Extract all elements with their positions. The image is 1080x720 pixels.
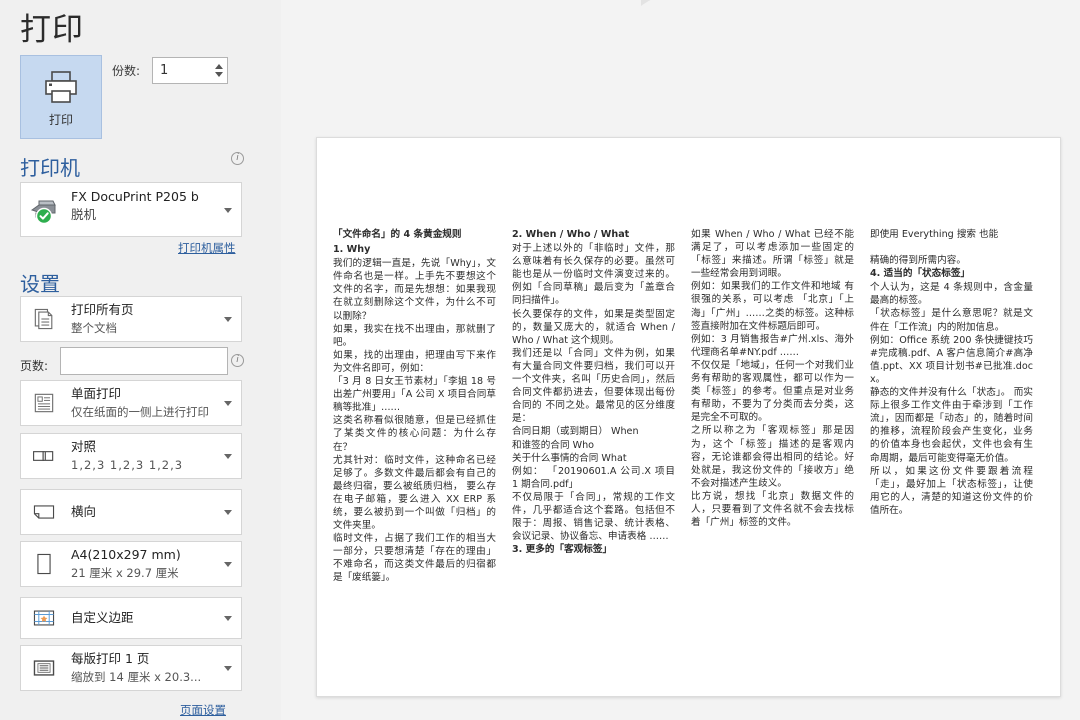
printer-status-icon [29, 195, 59, 225]
pages-input[interactable] [60, 347, 228, 375]
paragraph: 如果 When / Who / What 已经不能满足了，可以考虑添加一些固定的… [691, 229, 854, 280]
paragraph: 我们还是以「合同」文件为例，如果有大量合同文件要归档，我们可以开一个文件夹，名叫… [512, 347, 675, 425]
setting-sub: 整个文档 [71, 321, 117, 335]
setting-title: 每版打印 1 页 [71, 651, 150, 666]
paragraph: 和谁签的合同 Who [512, 439, 595, 451]
print-preview-area: 「文件命名」的 4 条黄金规则 1. Why 我们的逻辑一直是，先说「Why」，文件… [281, 0, 1080, 720]
paragraph: 例如：Office 系统 200 条快捷键技巧#完成稿.pdf、A 客户信息简介… [870, 334, 1033, 385]
paragraph: 静态的文件并没有什么「状态」。 而实际上很多工作文件由于牵涉到「工作流」，因而都… [870, 387, 1033, 464]
settings-section-heading: 设置 [20, 272, 60, 296]
custom-margins-icon [29, 603, 59, 633]
print-button[interactable]: 打印 [20, 55, 102, 139]
paragraph: 不仅仅是「地域」，任何一个对我们业务有帮助的客观属性，都可以作为一类「标签」的参… [691, 359, 854, 424]
document-columns: 「文件命名」的 4 条黄金规则 1. Why 我们的逻辑一直是，先说「Why」，文件… [333, 228, 1052, 585]
paragraph: 这类名称看似很随意，但是已经抓住了某类文件的核心问题：为什么存在？ [333, 415, 496, 453]
chevron-down-icon[interactable] [224, 666, 232, 671]
copies-increment-icon[interactable] [215, 64, 223, 69]
paragraph: 长久要保存的文件，如果是类型固定的，数量又庞大的，就适合 When / Who … [512, 308, 675, 346]
section-heading: 3. 更多的「客观标签」 [512, 544, 613, 556]
document-column: 即使用 Everything 搜索 也能 精确的得到所需内容。 4. 适当的「状态标… [870, 228, 1033, 585]
paragraph: 比方说，想找「北京」数据文件的人，只要看到了文件名就不会去找标着「广州」标签的文… [691, 490, 854, 529]
chevron-down-icon[interactable] [224, 207, 232, 213]
setting-paper-size[interactable]: A4(210x297 mm) 21 厘米 x 29.7 厘米 [20, 541, 242, 587]
setting-collate[interactable]: 对照 1,2,3 1,2,3 1,2,3 [20, 433, 242, 479]
setting-sub: 缩放到 14 厘米 x 20.3... [71, 670, 202, 684]
document-pages-icon [29, 304, 59, 334]
setting-sub: 21 厘米 x 29.7 厘米 [71, 566, 179, 580]
printer-status: 脱机 [71, 207, 97, 222]
printer-select[interactable]: FX DocuPrint P205 b 脱机 [20, 182, 242, 237]
setting-pages-per-sheet[interactable]: 每版打印 1 页 缩放到 14 厘米 x 20.3... [20, 645, 242, 691]
printer-name: FX DocuPrint P205 b [71, 189, 199, 204]
printer-icon [41, 67, 81, 107]
page-setup-link[interactable]: 页面设置 [180, 702, 226, 718]
paragraph: 临时文件，占据了我们工作的相当大一部分，只要想清楚「存在的理由」不难命名，而这类… [333, 533, 496, 584]
paragraph: 例如： 「20190601.A 公司.X 项目 1 期合同.pdf」 [512, 465, 675, 490]
setting-title: 横向 [71, 504, 97, 519]
paragraph: 「状态标签」是什么意思呢？就是文件在「工作流」内的附加信息。 [870, 308, 1033, 333]
document-page[interactable]: 「文件命名」的 4 条黄金规则 1. Why 我们的逻辑一直是，先说「Why」，文件… [316, 137, 1061, 697]
setting-title: 单面打印 [71, 386, 122, 401]
document-column: 2. When / Who / What 对于上述以外的「非临时」文件，那么意味着… [512, 228, 675, 585]
section-heading: 4. 适当的「状态标签」 [870, 268, 971, 280]
pages-info-icon[interactable]: i [231, 354, 244, 367]
paragraph: 例如：如果我们的工作文件和地域 有很强的关系，可以考虑 「北京」「上海」「广州」… [691, 281, 854, 332]
pages-per-sheet-icon [29, 653, 59, 683]
one-sided-icon [29, 388, 59, 418]
watermark-decoration [641, 0, 1021, 30]
print-backstage-screen: 打印 打印 份数: 打印机 i [0, 0, 1080, 720]
chevron-down-icon[interactable] [224, 510, 232, 515]
landscape-icon [29, 497, 59, 527]
setting-title: 打印所有页 [71, 302, 134, 317]
setting-print-range[interactable]: 打印所有页 整个文档 [20, 296, 242, 342]
setting-sub: 仅在纸面的一侧上进行打印 [71, 405, 209, 419]
paragraph: 对于上述以外的「非临时」文件，那么意味着有长久保存的必要。虽然可能也是从一份临时… [512, 243, 675, 307]
print-button-label: 打印 [48, 112, 73, 127]
copies-label: 份数: [112, 64, 141, 78]
setting-sub: 1,2,3 1,2,3 1,2,3 [71, 458, 184, 472]
paragraph: 个人认为，这是 4 条规则中，含金量最高的标签。 [870, 282, 1033, 307]
setting-duplex[interactable]: 单面打印 仅在纸面的一侧上进行打印 [20, 380, 242, 426]
chevron-down-icon[interactable] [224, 454, 232, 459]
copies-decrement-icon[interactable] [215, 72, 223, 77]
section-heading: 2. When / Who / What [512, 229, 630, 240]
chevron-down-icon[interactable] [224, 562, 232, 567]
printer-section-heading: 打印机 [20, 156, 80, 180]
paper-size-icon [29, 549, 59, 579]
setting-orientation[interactable]: 横向 [20, 489, 242, 535]
setting-title: 自定义边距 [71, 610, 134, 625]
paragraph: 所以，如果这份文件要跟着流程「走」，最好加上「状态标签」，让使用它的人，清楚的知… [870, 465, 1033, 516]
paragraph: 即使用 Everything 搜索 也能 [870, 229, 999, 240]
setting-title: A4(210x297 mm) [71, 547, 181, 562]
document-column: 「文件命名」的 4 条黄金规则 1. Why 我们的逻辑一直是，先说「Why」，文件… [333, 228, 496, 585]
paragraph: 例如：3 月销售报告#广州.xls、海外代理商名单#NY.pdf …… [691, 333, 854, 358]
document-title: 「文件命名」的 4 条黄金规则 [333, 229, 462, 240]
print-settings-panel: 打印 打印 份数: 打印机 i [0, 0, 281, 720]
paragraph: 之所以称之为「客观标签」那是因为，这个「标签」描述的是客观内容，无论谁都会得出相… [691, 425, 854, 489]
setting-margins[interactable]: 自定义边距 [20, 597, 242, 639]
printer-info-icon[interactable]: i [231, 152, 244, 165]
printer-properties-link[interactable]: 打印机属性 [178, 240, 236, 256]
setting-title: 对照 [71, 439, 97, 454]
copies-stepper[interactable] [210, 57, 228, 84]
paragraph: 如果，找的出理由，把理由写下来作为文件名即可，例如： [333, 349, 496, 374]
chevron-down-icon[interactable] [224, 401, 232, 406]
paragraph: 我们的逻辑一直是，先说「Why」，文件命名也是一样。上手先不要想这个文件的名字，… [333, 258, 496, 322]
paragraph: 合同日期（或到期日） When [512, 426, 639, 438]
paragraph: 精确的得到所需内容。 [870, 255, 966, 267]
collate-icon [29, 441, 59, 471]
paragraph: 「3 月 8 日女王节素材」「李姐 18 号出差广州要用」「A 公司 X 项目合… [333, 376, 496, 414]
page-title: 打印 [20, 12, 84, 48]
pages-label: 页数: [20, 359, 49, 373]
chevron-down-icon[interactable] [224, 317, 232, 322]
paragraph: 尤其针对：临时文件，这种命名已经足够了。多数文件最后都会有自己的最终归宿，要么被… [333, 454, 496, 532]
chevron-down-icon[interactable] [224, 616, 232, 621]
paragraph: 关于什么事情的合同 What [512, 452, 627, 464]
document-column: 如果 When / Who / What 已经不能满足了，可以考虑添加一些固定的… [691, 228, 854, 585]
section-heading: 1. Why [333, 244, 371, 256]
paragraph: 不仅局限于「合同」，常规的工作文件，几乎都适合这个套路。包括但不限于：周报、销售… [512, 491, 675, 543]
paragraph: 如果，我实在找不出理由，那就删了吧。 [333, 323, 496, 348]
